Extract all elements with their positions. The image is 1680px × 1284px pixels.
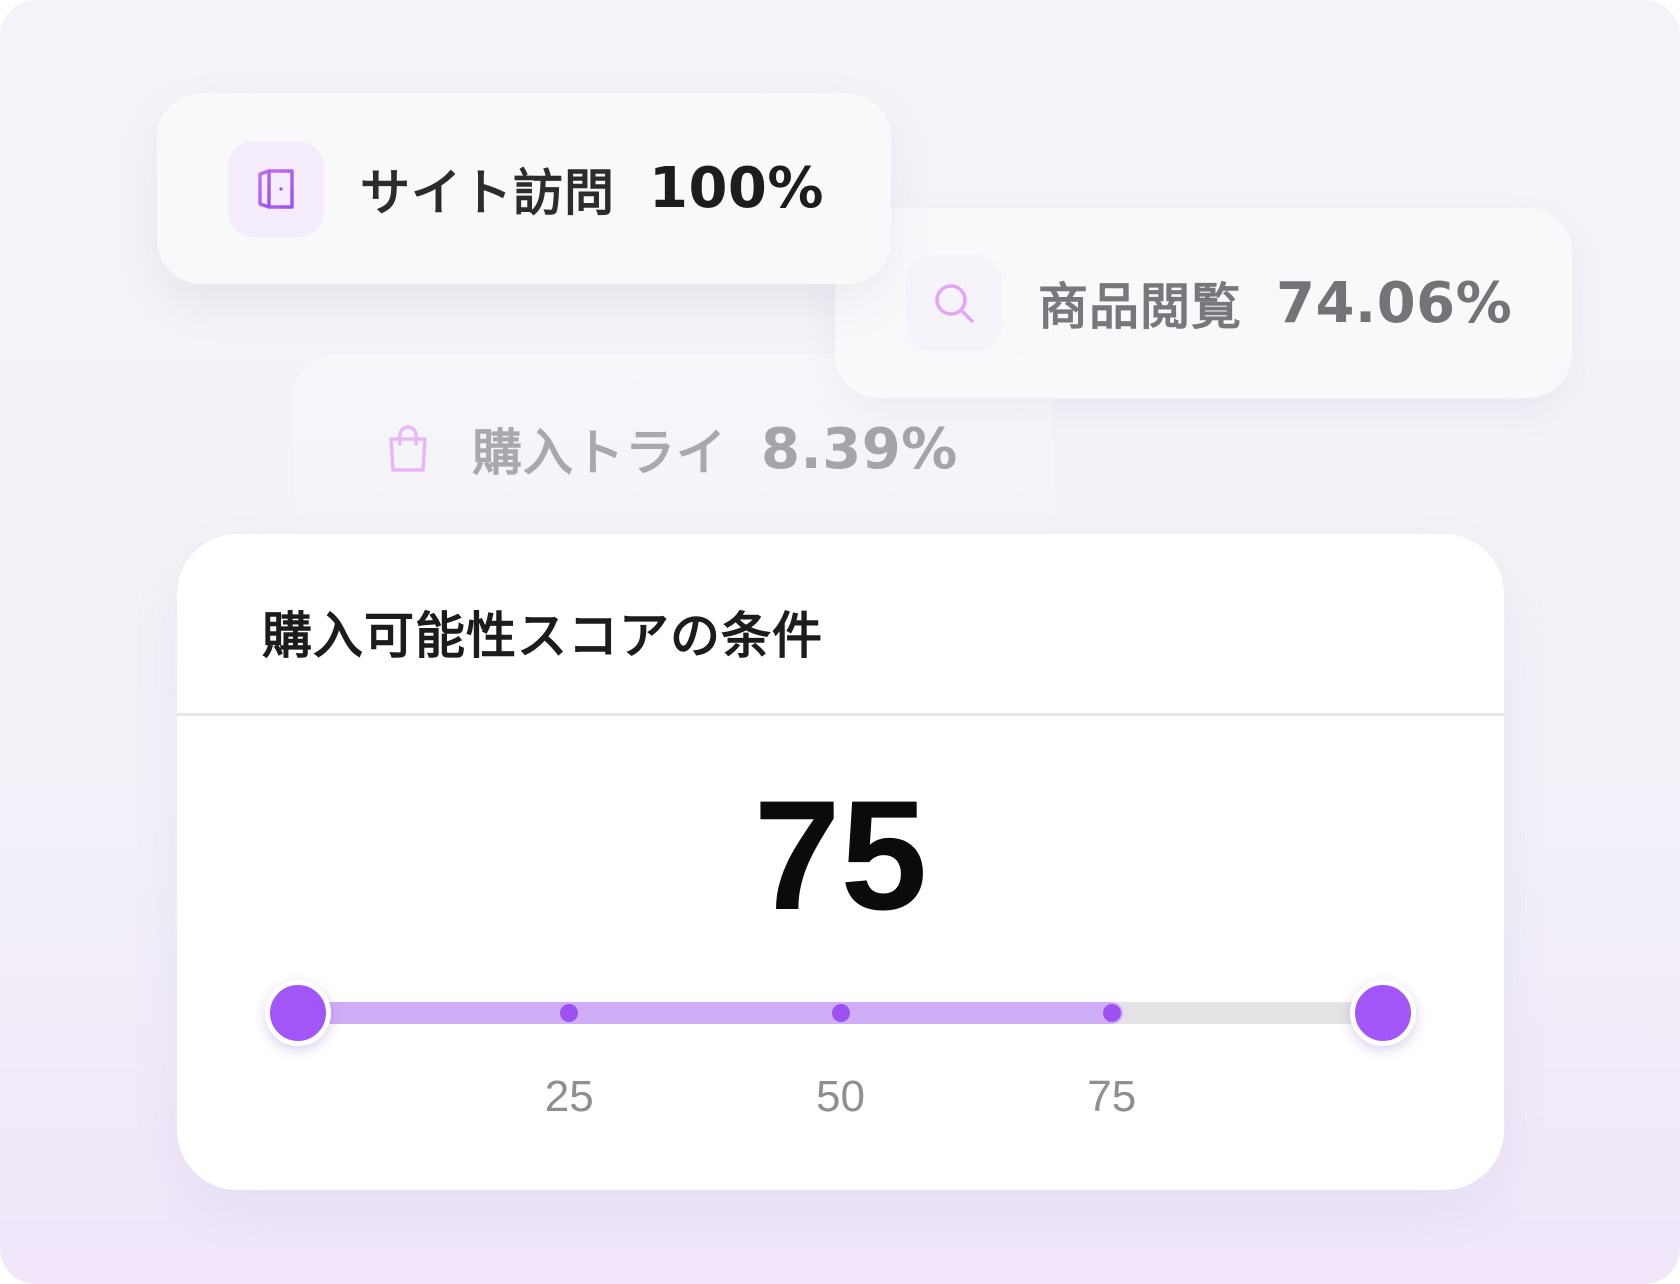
slider-tick-dot xyxy=(1102,1004,1121,1022)
slider-tick-label: 75 xyxy=(1087,1072,1137,1121)
slider-tick-dot xyxy=(831,1004,850,1022)
score-range-slider[interactable]: 25 50 75 xyxy=(265,974,1416,1121)
slider-handle-max[interactable] xyxy=(1350,980,1416,1046)
score-value: 75 xyxy=(753,769,928,943)
slider-tick-label: 25 xyxy=(544,1072,594,1121)
slider-handle-min[interactable] xyxy=(265,980,331,1046)
door-icon xyxy=(228,140,324,237)
funnel-step-product-view: 商品閲覧 74.06% xyxy=(835,208,1572,398)
slider-fill xyxy=(298,1002,1123,1024)
funnel-step-label: 商品閲覧 xyxy=(1038,278,1242,336)
funnel-step-site-visit: サイト訪問 100% xyxy=(157,93,891,284)
funnel-step-label: 購入トライ xyxy=(472,424,727,482)
score-condition-card: 購入可能性スコアの条件 75 25 50 75 xyxy=(177,534,1504,1190)
funnel-step-value: 74.06% xyxy=(1276,270,1513,336)
funnel-step-value: 8.39% xyxy=(761,416,958,482)
slider-tick-label: 50 xyxy=(816,1072,865,1121)
funnel-step-label: サイト訪問 xyxy=(360,163,615,222)
background-canvas: 購入トライ 8.39% 商品閲覧 74.06% サイト訪問 100% 購入可能性… xyxy=(0,0,1680,1284)
divider xyxy=(177,713,1504,716)
funnel-step-value: 100% xyxy=(649,156,825,221)
shopping-bag-icon xyxy=(378,401,438,497)
search-icon xyxy=(906,255,1002,351)
card-title: 購入可能性スコアの条件 xyxy=(262,607,823,665)
